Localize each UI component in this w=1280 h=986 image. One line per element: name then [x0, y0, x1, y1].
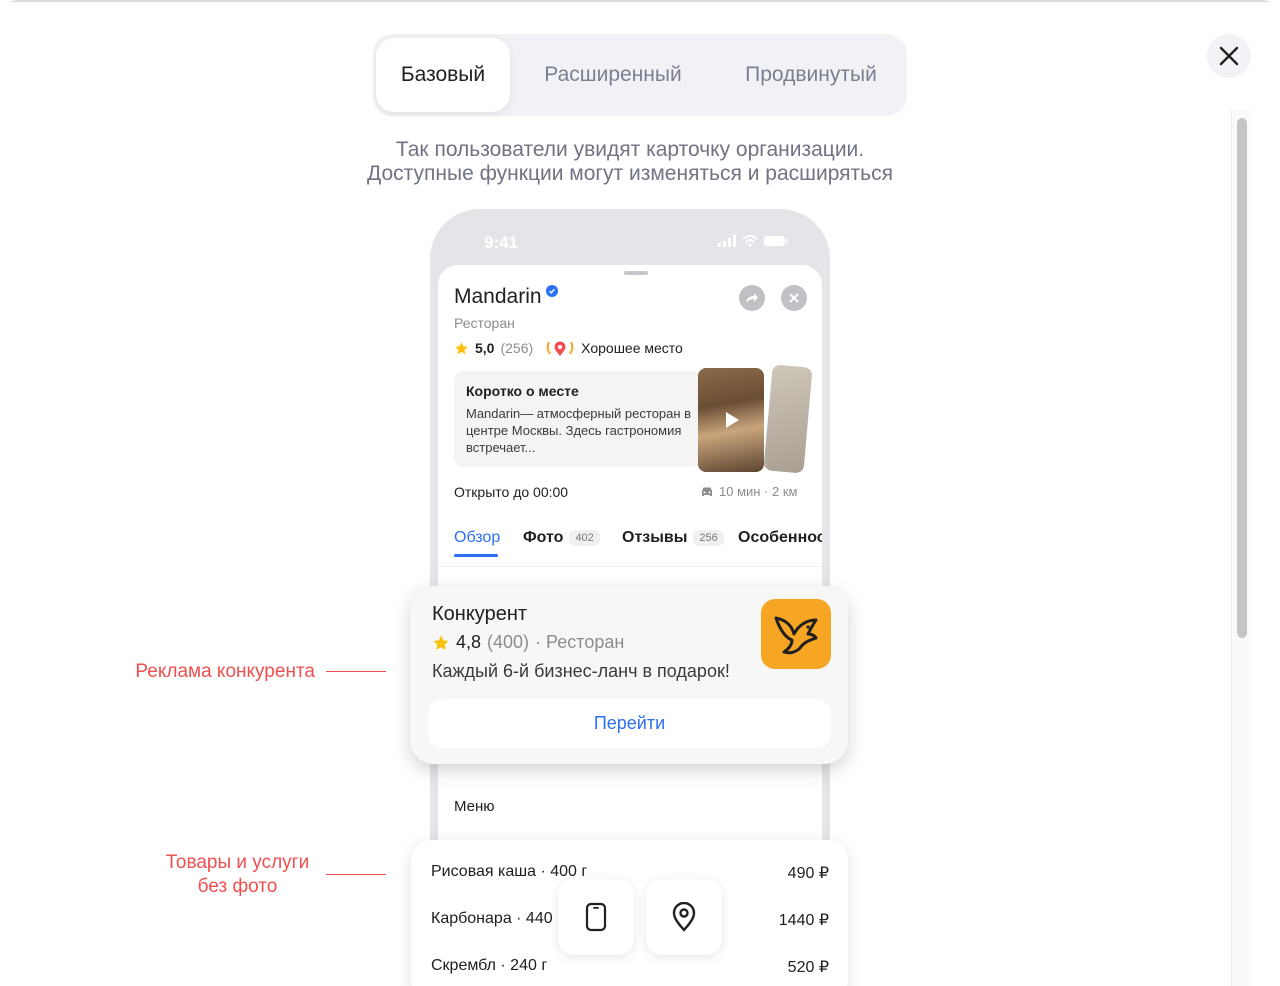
share-icon	[746, 293, 758, 303]
ad-go-button[interactable]: Перейти	[428, 699, 831, 748]
status-icons	[718, 235, 788, 247]
close-button[interactable]	[1207, 34, 1251, 78]
route-button[interactable]	[646, 879, 722, 955]
description-line-1: Так пользователи увидят карточку организ…	[395, 138, 865, 161]
route-text: 10 мин · 2 км	[719, 484, 798, 499]
org-rating-row: 5,0 (256) Хорошее место	[454, 339, 683, 357]
goods-name: Рисовая каша · 400 г	[431, 863, 588, 880]
tab-photos[interactable]: Фото 402	[523, 529, 600, 547]
about-title: Коротко о месте	[466, 383, 579, 399]
share-button[interactable]	[739, 285, 765, 311]
ad-annotation-label: Реклама конкурента	[135, 661, 315, 682]
sheet-grabber[interactable]	[624, 271, 648, 275]
goods-annotation-line	[326, 874, 386, 875]
ad-category: · Ресторан	[535, 632, 625, 652]
scrollbar[interactable]	[1231, 110, 1251, 986]
top-edge	[0, 0, 1280, 2]
ad-text: Каждый 6-й бизнес-ланч в подарок!	[432, 661, 730, 681]
about-text: Mandarin— атмосферный ресторан в центре …	[466, 406, 692, 455]
tab-label: Особеннос	[738, 529, 822, 546]
video-thumbnail[interactable]	[698, 368, 764, 472]
status-time: 9:41	[484, 233, 519, 252]
ad-rating: 4,8	[456, 632, 482, 652]
close-icon	[789, 293, 799, 303]
card-close-button[interactable]	[781, 285, 807, 311]
preview-description: Так пользователи увидят карточку организ…	[320, 138, 940, 186]
tab-count: 256	[693, 530, 724, 546]
tab-label: Отзывы	[622, 529, 688, 546]
tab-label: Фото	[523, 529, 564, 546]
org-title: Mandarin	[454, 285, 558, 309]
tab-overview[interactable]: Обзор	[454, 529, 500, 547]
ad-logo	[761, 599, 831, 669]
goods-price: 1440 ₽	[778, 912, 829, 929]
org-category: Ресторан	[454, 315, 515, 331]
goods-name: Карбонара · 440	[431, 910, 553, 927]
org-name: Mandarin	[454, 285, 542, 308]
goods-name: Скрембл · 240 г	[431, 957, 548, 974]
wifi-icon	[742, 235, 758, 247]
good-place-icon	[546, 341, 574, 356]
tariff-tabs: Базовый Расширенный Продвинутый	[373, 34, 907, 116]
tab-basic[interactable]: Базовый	[376, 38, 510, 112]
about-place-card[interactable]: Коротко о месте Mandarin— атмосферный ре…	[454, 371, 704, 467]
location-pin-icon	[672, 902, 696, 932]
ad-annotation-line	[326, 671, 386, 672]
org-rating: 5,0	[475, 340, 495, 356]
tab-extended[interactable]: Расширенный	[523, 38, 703, 112]
ad-title: Конкурент	[432, 603, 528, 625]
route-info[interactable]: 10 мин · 2 км	[700, 484, 797, 499]
star-icon	[455, 341, 468, 354]
tab-reviews[interactable]: Отзывы 256	[622, 529, 724, 547]
call-button[interactable]	[558, 879, 634, 955]
tab-count: 402	[569, 530, 600, 546]
tariff-preview-modal: Базовый Расширенный Продвинутый Так поль…	[0, 0, 1280, 986]
opening-hours: Открыто до 00:00	[454, 484, 569, 500]
tabs-divider	[438, 566, 822, 567]
good-place-badge: Хорошее место	[581, 340, 683, 356]
scroll-thumb[interactable]	[1237, 118, 1247, 638]
active-tab-underline	[454, 554, 498, 557]
goods-row[interactable]: Скрембл · 240 г 520 ₽	[431, 957, 829, 977]
star-icon	[433, 635, 449, 650]
goods-annotation-line-2: без фото	[197, 876, 278, 897]
signal-icon	[718, 235, 736, 247]
goods-annotation-line-1: Товары и услуги	[165, 852, 310, 873]
close-icon	[1219, 46, 1239, 66]
tab-advanced[interactable]: Продвинутый	[723, 38, 899, 112]
phone-icon	[585, 902, 607, 932]
play-icon	[726, 412, 739, 428]
goods-price: 520 ₽	[787, 959, 829, 976]
car-icon	[702, 487, 712, 496]
org-reviews-count: (256)	[500, 340, 534, 356]
photo-thumbnail-back	[763, 364, 813, 474]
battery-icon	[764, 236, 788, 246]
tab-features[interactable]: Особеннос	[738, 529, 822, 547]
ad-reviews: (400)	[487, 632, 530, 652]
description-line-2: Доступные функции могут изменяться и рас…	[367, 162, 893, 185]
goods-price: 490 ₽	[787, 865, 829, 882]
bird-logo-icon	[774, 616, 818, 655]
verified-icon	[545, 285, 558, 297]
tab-label: Обзор	[454, 529, 501, 546]
ad-rating-row: 4,8 (400) · Ресторан	[432, 632, 624, 653]
goods-row[interactable]: Рисовая каша · 400 г 490 ₽	[431, 863, 829, 883]
goods-annotation-label: Товары и услуги без фото	[60, 851, 315, 899]
menu-section-title: Меню	[454, 798, 495, 815]
competitor-ad-card[interactable]: Конкурент 4,8 (400) · Ресторан Каждый 6-…	[410, 586, 848, 764]
